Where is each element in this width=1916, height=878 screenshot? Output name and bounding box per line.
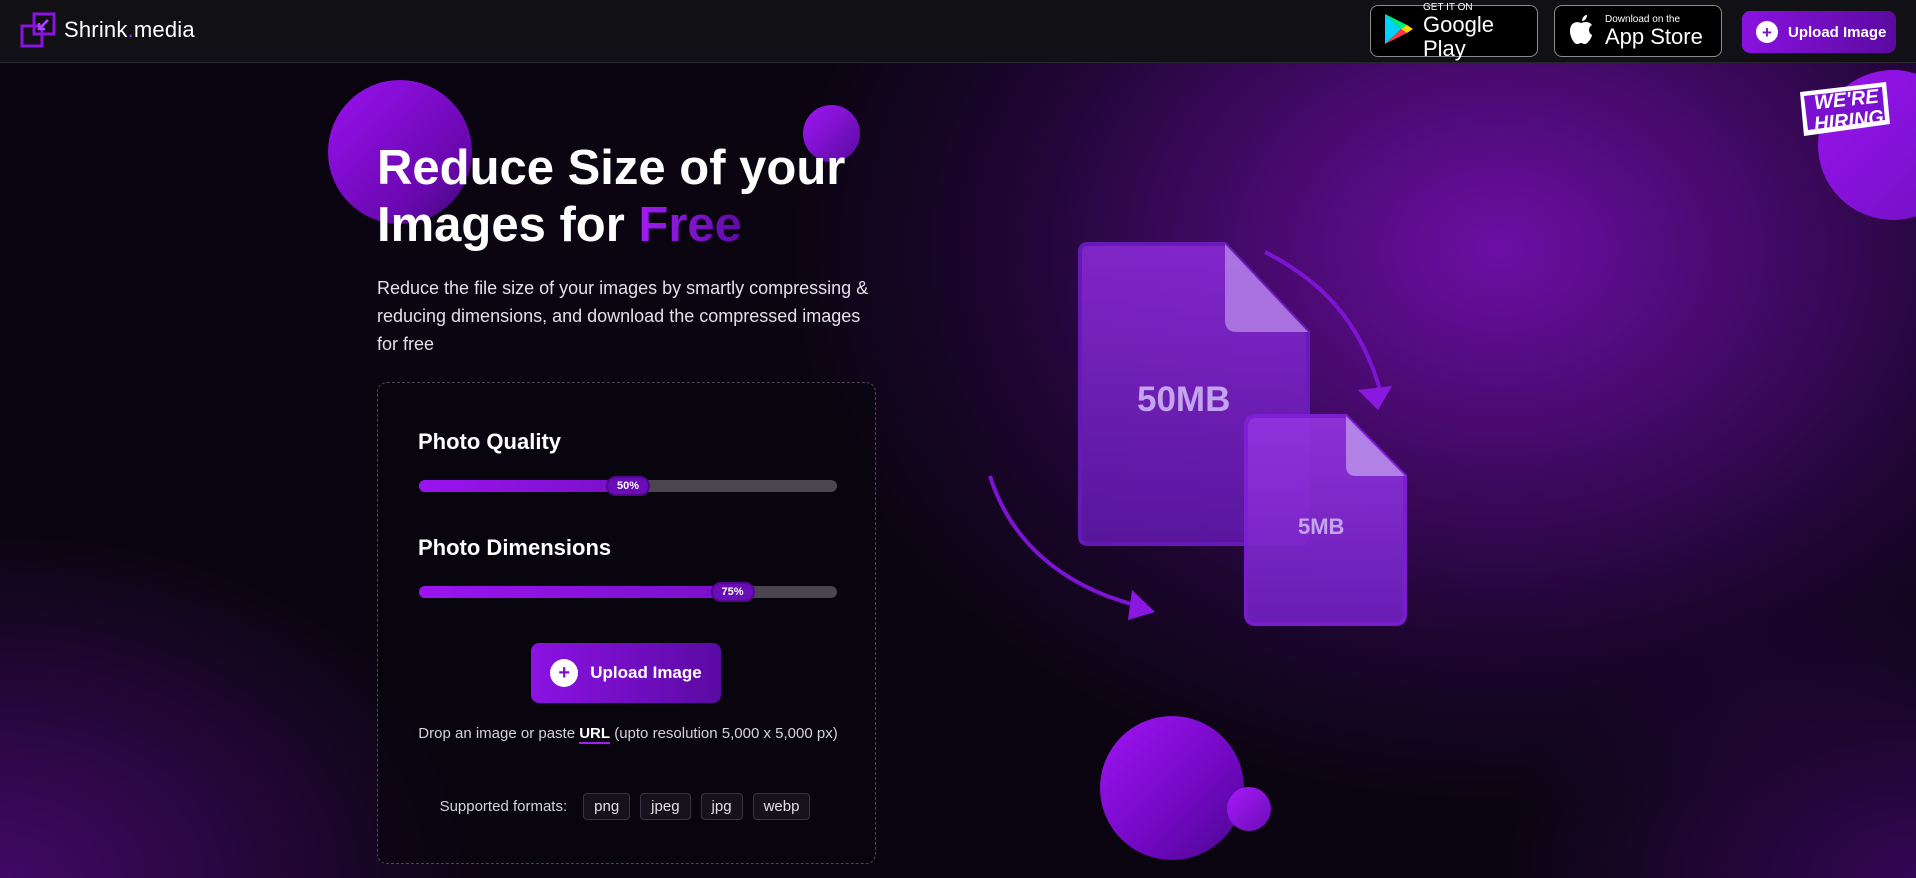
page-background bbox=[0, 0, 1916, 878]
photo-dimensions-slider[interactable]: 75% bbox=[419, 582, 837, 602]
google-play-button[interactable]: GET IT ON Google Play bbox=[1370, 1, 1538, 60]
google-play-small-text: GET IT ON bbox=[1423, 1, 1473, 13]
paste-url-link[interactable]: URL bbox=[579, 725, 611, 744]
hero-subtitle: Reduce the file size of your images by s… bbox=[377, 278, 869, 354]
supported-formats: Supported formats: png jpeg jpg webp bbox=[378, 793, 877, 820]
format-chip: jpeg bbox=[640, 793, 691, 820]
app-store-big-text: App Store bbox=[1605, 23, 1703, 49]
logo-text: Shrink.media bbox=[64, 17, 195, 42]
photo-dimensions-fill bbox=[419, 586, 733, 598]
hero-title-highlight: Free bbox=[638, 198, 742, 252]
upload-card: Photo Quality 50% Photo Dimensions 75% +… bbox=[377, 382, 876, 864]
drop-prefix: Drop an image or paste bbox=[418, 725, 580, 742]
upload-image-label: Upload Image bbox=[590, 663, 702, 682]
photo-quality-fill bbox=[419, 480, 628, 492]
drop-suffix: (upto resolution 5,000 x 5,000 px) bbox=[610, 725, 838, 742]
app-store-button[interactable]: Download on the App Store bbox=[1554, 5, 1722, 57]
format-chip: jpg bbox=[700, 793, 743, 820]
hero-title-line1: Reduce Size of your bbox=[377, 141, 846, 195]
drop-instructions: Drop an image or paste URL (upto resolut… bbox=[408, 719, 848, 748]
format-chip: png bbox=[583, 793, 631, 820]
plus-icon: + bbox=[1756, 21, 1778, 43]
app-store-small-text: Download on the bbox=[1605, 13, 1681, 25]
top-navbar: Shrink.media GET IT ON Google Play Downl… bbox=[0, 0, 1916, 63]
small-file-size: 5MB bbox=[1298, 514, 1345, 539]
photo-quality-value: 50% bbox=[616, 480, 640, 492]
photo-quality-slider[interactable]: 50% bbox=[419, 476, 837, 496]
hero-title: Reduce Size of your Images for Free bbox=[377, 140, 897, 254]
logo[interactable]: Shrink.media bbox=[20, 12, 195, 48]
upload-image-button[interactable]: + Upload Image bbox=[531, 643, 721, 703]
decorative-circle bbox=[1227, 787, 1271, 831]
header-upload-button[interactable]: + Upload Image bbox=[1742, 11, 1896, 53]
compression-illustration: 50MB 5MB bbox=[980, 240, 1440, 640]
big-file-size: 50MB bbox=[1137, 380, 1231, 419]
photo-dimensions-handle[interactable]: 75% bbox=[710, 582, 755, 602]
apple-icon bbox=[1567, 13, 1595, 50]
header-upload-label: Upload Image bbox=[1788, 23, 1887, 41]
were-hiring-badge[interactable]: WE'RE HIRING bbox=[1794, 78, 1894, 150]
format-chip: webp bbox=[752, 793, 811, 820]
shrink-logo-icon bbox=[20, 12, 56, 48]
photo-dimensions-label: Photo Dimensions bbox=[418, 535, 612, 560]
decorative-circle bbox=[1100, 716, 1244, 860]
photo-dimensions-value: 75% bbox=[721, 586, 744, 598]
photo-quality-handle[interactable]: 50% bbox=[605, 476, 651, 496]
formats-label: Supported formats: bbox=[439, 798, 568, 815]
google-play-icon bbox=[1383, 12, 1415, 51]
hero-title-line2: Images for bbox=[377, 198, 639, 252]
photo-quality-label: Photo Quality bbox=[418, 429, 561, 454]
plus-icon: + bbox=[550, 659, 579, 687]
google-play-big-text: Google Play bbox=[1423, 11, 1494, 61]
